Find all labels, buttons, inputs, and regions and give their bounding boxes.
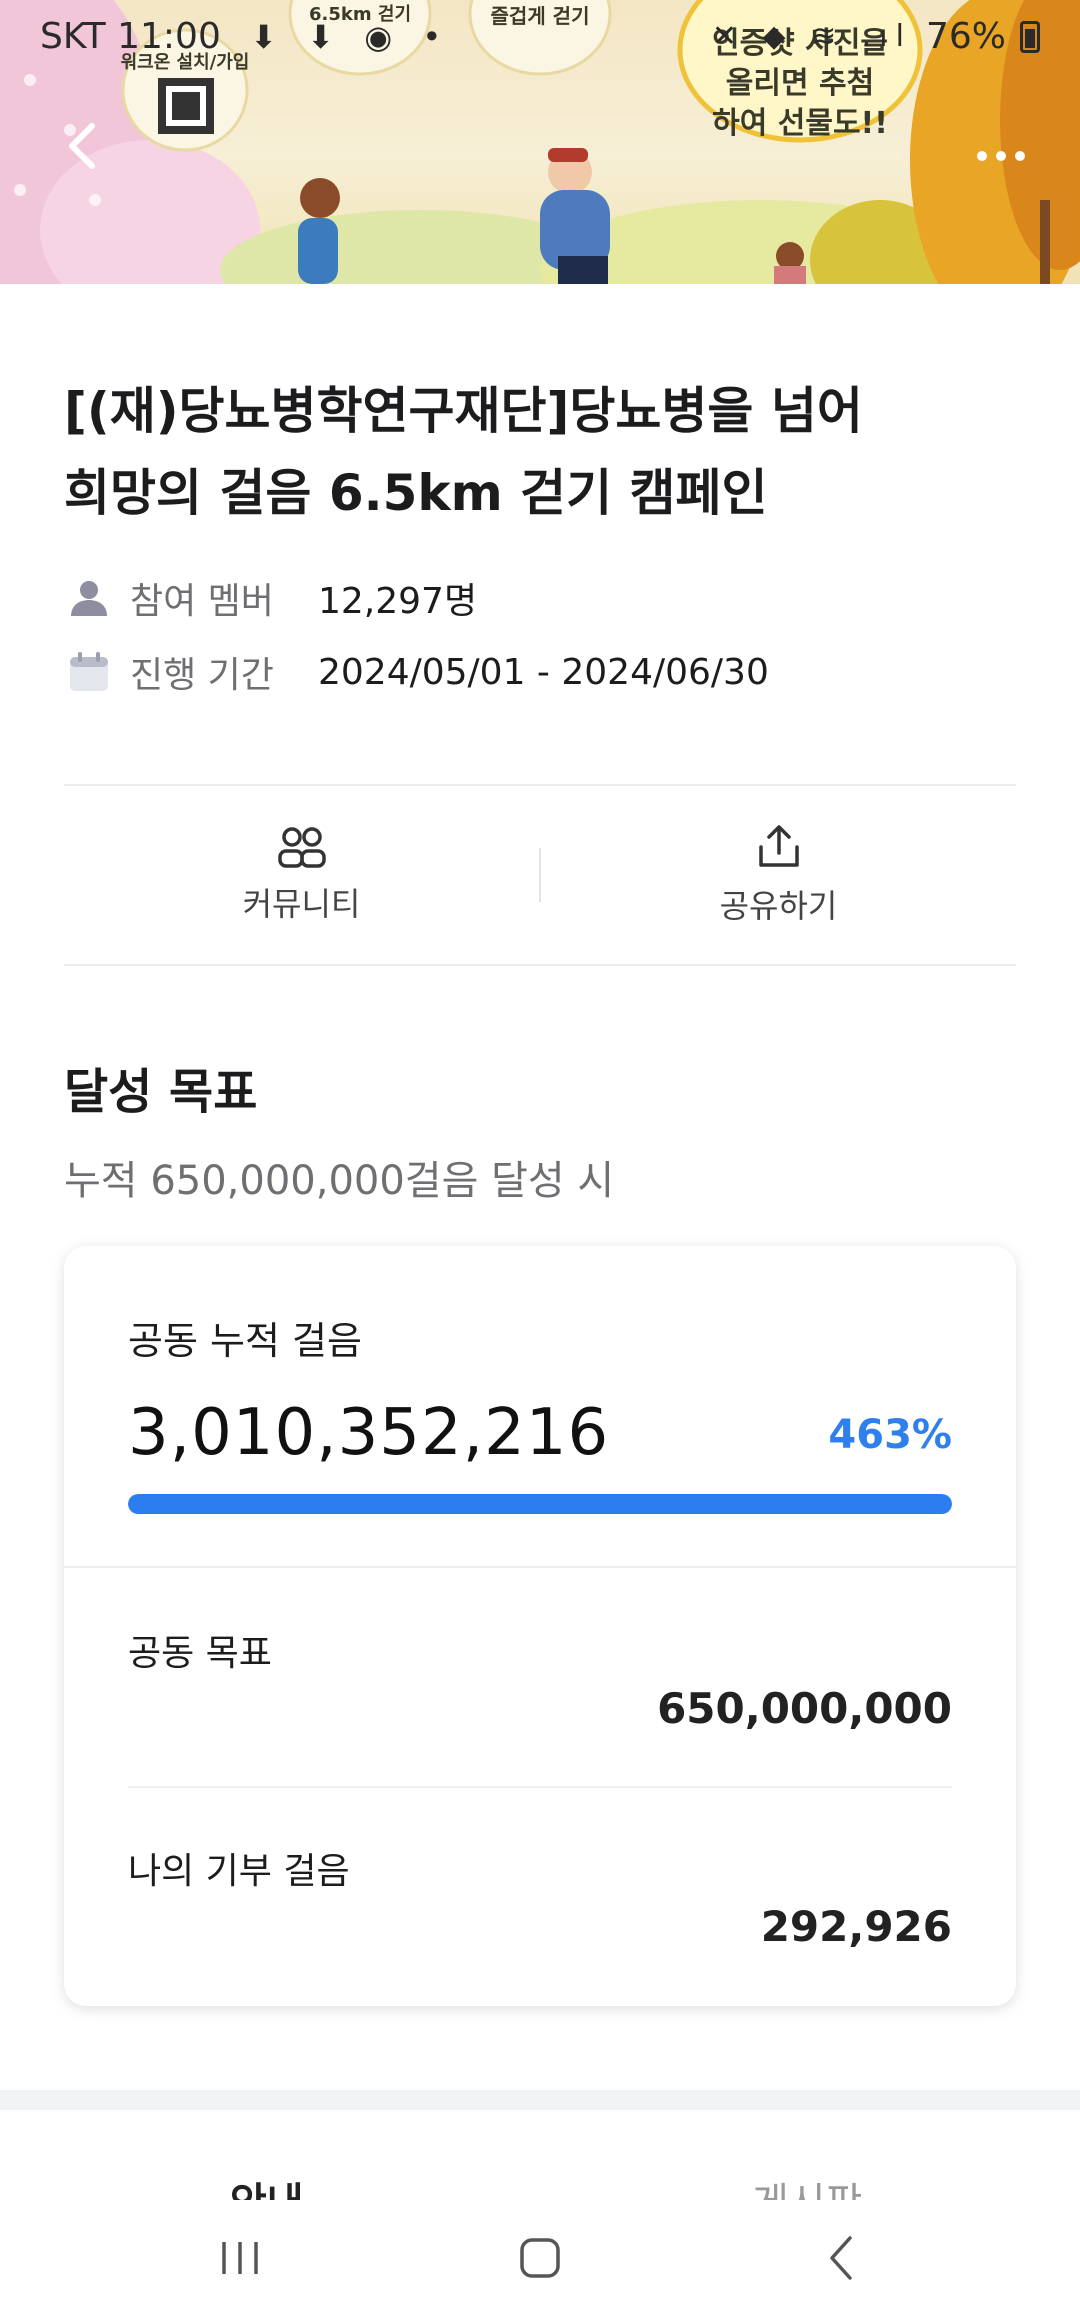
recent-apps-icon [222, 2242, 258, 2274]
cumulative-label: 공동 누적 걸음 [128, 1319, 362, 1363]
system-back-icon [830, 2236, 852, 2280]
content-tabs: 안내 게시판 [0, 2110, 1080, 2200]
chevron-left-icon [69, 123, 95, 169]
notification-icons: ⬇ ⬇ ◉ • [250, 18, 452, 56]
campaign-title-line-1: [(재)당뇨병학연구재단]당뇨병을 넘어 [64, 382, 863, 440]
action-bar: 커뮤니티 공유하기 [64, 786, 1016, 964]
my-steps-label: 나의 기부 걸음 [128, 1851, 350, 1892]
share-label: 공유하기 [719, 887, 838, 925]
section-gap [0, 2090, 1080, 2110]
goal-progress-fill [128, 1494, 952, 1514]
target-value: 650,000,000 [657, 1684, 952, 1733]
goal-progress-bar [128, 1494, 952, 1514]
system-nav-bar [0, 2200, 1080, 2316]
campaign-title-line-2: 희망의 걸음 6.5km 걷기 캠페인 [64, 464, 768, 522]
sun-text-line-3: 하여 선물도!! [712, 106, 888, 141]
status-bar: SKT 11:00 ⬇ ⬇ ◉ • ✕ ◆ ≋ .ıl 76% [0, 0, 1080, 80]
period-value: 2024/05/01 - 2024/06/30 [318, 651, 769, 693]
cumulative-value: 3,010,352,216 [128, 1396, 610, 1470]
share-icon [758, 825, 799, 867]
members-row: 참여 멤버 12,297명 [64, 572, 477, 624]
status-left: SKT 11:00 ⬇ ⬇ ◉ • [40, 16, 451, 57]
my-steps-value: 292,926 [760, 1902, 952, 1951]
battery-icon [1020, 20, 1040, 53]
campaign-title: [(재)당뇨병학연구재단]당뇨병을 넘어 희망의 걸음 6.5km 걷기 캠페인 [64, 370, 1024, 534]
members-value: 12,297명 [318, 581, 478, 622]
card-separator [64, 1566, 1016, 1568]
person-icon [64, 573, 114, 623]
community-button[interactable]: 커뮤니티 [64, 786, 539, 964]
tab-board[interactable]: 게시판 [752, 2170, 862, 2200]
battery-percent: 76% [925, 16, 1006, 57]
divider-bottom [64, 964, 1016, 966]
status-right: ✕ ◆ ≋ .ıl 76% [712, 16, 1040, 57]
calendar-icon [64, 647, 114, 697]
campaign-banner: 워크온 설치/가입 6.5km 걷기 즐겁게 걷기 인증샷 사진을 올리면 추첨… [0, 0, 1080, 284]
goal-section-subtitle: 누적 650,000,000걸음 달성 시 [64, 1158, 615, 1204]
more-dots-icon [977, 151, 1025, 161]
goal-card: 공동 누적 걸음 3,010,352,216 463% 공동 목표 650,00… [64, 1246, 1016, 2006]
carrier-time: SKT 11:00 [40, 16, 221, 57]
signal-icons: ✕ ◆ ≋ .ıl [711, 19, 912, 54]
card-inner-separator [128, 1786, 952, 1788]
tab-info[interactable]: 안내 [230, 2170, 304, 2200]
goal-percent: 463% [828, 1412, 952, 1458]
recent-apps-button[interactable] [210, 2230, 270, 2286]
share-button[interactable]: 공유하기 [541, 786, 1016, 964]
home-button[interactable] [510, 2230, 570, 2286]
target-label: 공동 목표 [128, 1633, 272, 1674]
goal-section-title: 달성 목표 [64, 1064, 258, 1120]
community-icon [277, 827, 326, 868]
period-label: 진행 기간 [130, 655, 274, 696]
members-label: 참여 멤버 [130, 581, 274, 622]
more-options-button[interactable] [976, 126, 1026, 177]
community-label: 커뮤니티 [242, 885, 361, 923]
system-back-button[interactable] [812, 2230, 872, 2286]
back-button[interactable] [54, 116, 114, 176]
period-row: 진행 기간 2024/05/01 - 2024/06/30 [64, 646, 769, 698]
home-icon [520, 2238, 560, 2278]
